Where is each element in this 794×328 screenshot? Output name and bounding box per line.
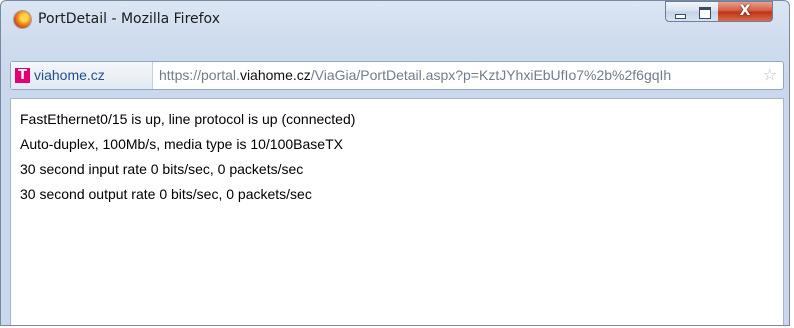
- window-title: PortDetail - Mozilla Firefox: [38, 11, 220, 27]
- close-button[interactable]: X: [718, 1, 773, 22]
- maximize-button[interactable]: [692, 1, 719, 22]
- input-rate-line: 30 second input rate 0 bits/sec, 0 packe…: [20, 161, 304, 177]
- telekom-icon: T: [15, 68, 30, 83]
- close-icon: X: [739, 3, 751, 19]
- output-rate-line: 30 second output rate 0 bits/sec, 0 pack…: [20, 186, 312, 202]
- status-line: FastEthernet0/15 is up, line protocol is…: [20, 111, 356, 127]
- firefox-icon[interactable]: [14, 11, 31, 28]
- url-path: /ViaGia/PortDetail.aspx?p=KztJYhxiEbUfIo…: [310, 67, 672, 83]
- url-prefix: https://portal.: [159, 67, 240, 83]
- page-content: FastEthernet0/15 is up, line protocol is…: [10, 98, 784, 325]
- duplex-line: Auto-duplex, 100Mb/s, media type is 10/1…: [20, 136, 343, 152]
- title-bar[interactable]: PortDetail - Mozilla Firefox X: [1, 1, 789, 37]
- site-identity-label: viahome.cz: [34, 67, 105, 83]
- bookmark-star-icon[interactable]: ☆: [763, 65, 777, 84]
- maximize-icon: [699, 7, 711, 19]
- url-domain: viahome.cz: [239, 67, 311, 83]
- site-identity-button[interactable]: T viahome.cz: [11, 62, 153, 89]
- minimize-icon: [675, 14, 686, 19]
- address-bar[interactable]: T viahome.cz https://portal.viahome.cz/V…: [10, 61, 784, 90]
- minimize-button[interactable]: [665, 1, 693, 22]
- url-text[interactable]: https://portal.viahome.cz/ViaGia/PortDet…: [159, 67, 760, 83]
- browser-window: PortDetail - Mozilla Firefox X T viahome…: [0, 0, 790, 326]
